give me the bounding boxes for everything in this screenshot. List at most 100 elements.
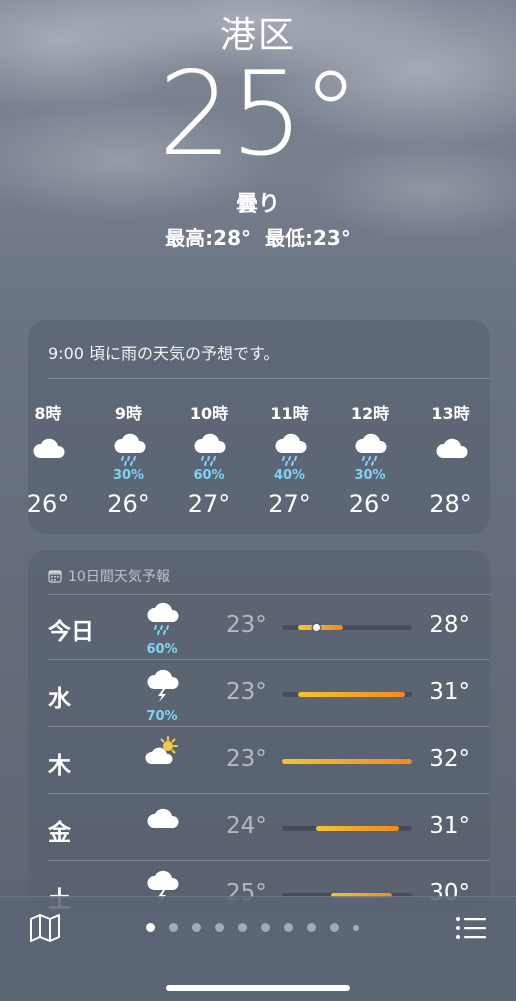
hour-icon xyxy=(99,430,159,468)
hour-temp: 26° xyxy=(348,490,392,518)
day-high: 32° xyxy=(429,746,470,772)
daily-row[interactable]: 今日 60% 23° 28° xyxy=(28,594,490,660)
hour-temp: 26° xyxy=(28,490,70,518)
hour-label: 11時 xyxy=(270,404,309,423)
hour-label: 12時 xyxy=(350,404,390,423)
list-icon[interactable] xyxy=(454,913,488,943)
day-high: 31° xyxy=(429,679,470,705)
day-low: 23° xyxy=(226,612,267,638)
day-precip: 60% xyxy=(146,642,178,657)
hour-temp: 26° xyxy=(107,490,150,518)
day-label: 木 xyxy=(48,753,71,779)
temp-range-track xyxy=(282,826,412,831)
day-label: 水 xyxy=(48,686,71,712)
hour-temp: 27° xyxy=(187,490,231,518)
hour-precip: 40% xyxy=(273,468,306,483)
row-separator xyxy=(48,793,490,794)
hour-label: 10時 xyxy=(189,404,229,423)
calendar-icon xyxy=(48,570,62,583)
hour-precip: 30% xyxy=(354,468,386,483)
hour-precip: 60% xyxy=(193,468,225,483)
temp-range-track xyxy=(282,692,412,697)
hour-label: 9時 xyxy=(114,404,143,423)
rain-cloud-icon xyxy=(194,433,226,466)
temp-range-fill xyxy=(315,826,399,831)
page-dot[interactable] xyxy=(215,923,224,932)
daily-forecast-card[interactable]: 10日間天気予報 今日 60% 23° 28° 水 70% 23° 31° 木 xyxy=(28,550,490,910)
hourly-item: 12時 30% 26° xyxy=(340,400,400,518)
temp-range-fill xyxy=(297,625,344,630)
row-separator xyxy=(48,659,490,660)
map-icon[interactable] xyxy=(28,913,62,943)
hour-precip: 30% xyxy=(112,468,145,483)
rain-cloud-icon xyxy=(355,433,387,466)
page-dot[interactable] xyxy=(146,923,155,932)
day-high: 28° xyxy=(429,612,470,638)
daily-title-label: 10日間天気予報 xyxy=(68,569,170,585)
hourly-item: 9時 30% 26° xyxy=(99,400,159,518)
current-temperature: 25° xyxy=(158,47,360,182)
day-icon: 70% xyxy=(140,667,184,724)
hourly-summary: 9:00 頃に雨の天気の予想です。 xyxy=(48,344,280,363)
cloud-icon xyxy=(435,438,468,458)
bottom-toolbar xyxy=(0,896,516,1001)
day-icon xyxy=(140,734,184,776)
current-condition: 曇り xyxy=(235,192,280,217)
hour-temp: 27° xyxy=(268,490,311,518)
page-dot[interactable] xyxy=(192,923,201,932)
page-dot[interactable] xyxy=(169,923,178,932)
hourly-item: 11時 40% 27° xyxy=(260,400,320,518)
hour-icon xyxy=(340,430,400,468)
page-dot[interactable] xyxy=(307,923,316,932)
temp-range-fill xyxy=(297,692,406,697)
hourly-item: 10時 60% 27° xyxy=(179,400,239,518)
rain-cloud-icon xyxy=(274,433,307,466)
temp-range-fill xyxy=(282,759,412,764)
row-separator xyxy=(48,860,490,861)
page-dot[interactable] xyxy=(238,923,247,932)
hour-label: 8時 xyxy=(34,404,62,423)
hour-icon xyxy=(179,430,239,468)
day-low: 23° xyxy=(226,679,267,705)
rain-cloud-icon xyxy=(147,602,179,635)
hour-icon xyxy=(28,430,78,468)
temp-range-track xyxy=(282,624,412,631)
day-high: 31° xyxy=(429,813,470,839)
hour-icon xyxy=(260,430,320,468)
page-dot[interactable] xyxy=(261,923,270,932)
hour-label: 13時 xyxy=(431,404,470,423)
high-temp: 最高:28° xyxy=(165,226,251,250)
partly-sunny-icon xyxy=(145,736,178,764)
daily-title: 10日間天気予報 xyxy=(48,566,170,586)
daily-row[interactable]: 水 70% 23° 31° xyxy=(28,661,490,727)
hourly-forecast-card[interactable]: 9:00 頃に雨の天気の予想です。 8時 26° 9時 30% 26° 10時 … xyxy=(28,320,490,534)
current-temp-marker xyxy=(312,624,320,631)
page-indicator[interactable] xyxy=(146,923,359,932)
hourly-item: 13時 28° xyxy=(421,400,481,518)
rain-cloud-icon xyxy=(113,433,146,466)
row-separator xyxy=(48,726,490,727)
home-indicator[interactable] xyxy=(166,985,350,991)
hour-icon xyxy=(421,430,481,468)
day-label: 今日 xyxy=(48,619,94,645)
day-precip: 70% xyxy=(146,709,178,724)
thunder-cloud-icon xyxy=(147,669,179,702)
cloud-icon xyxy=(33,438,65,458)
day-low: 23° xyxy=(226,746,267,772)
page-dot[interactable] xyxy=(284,923,293,932)
low-temp: 最低:23° xyxy=(265,226,351,250)
daily-row[interactable]: 金 24° 31° xyxy=(28,795,490,861)
hour-precip xyxy=(421,468,481,484)
cloud-icon xyxy=(147,808,179,828)
hour-precip xyxy=(28,468,78,484)
temp-range-track xyxy=(282,759,412,764)
day-icon xyxy=(140,801,184,843)
day-label: 金 xyxy=(48,820,71,846)
hour-temp: 28° xyxy=(429,490,472,518)
page-dot[interactable] xyxy=(353,924,359,931)
daily-row[interactable]: 木 23° 32° xyxy=(28,728,490,794)
high-low: 最高:28° 最低:23° xyxy=(0,222,516,251)
day-low: 24° xyxy=(226,813,267,839)
page-dot[interactable] xyxy=(330,923,339,932)
hourly-item: 8時 26° xyxy=(28,400,78,518)
